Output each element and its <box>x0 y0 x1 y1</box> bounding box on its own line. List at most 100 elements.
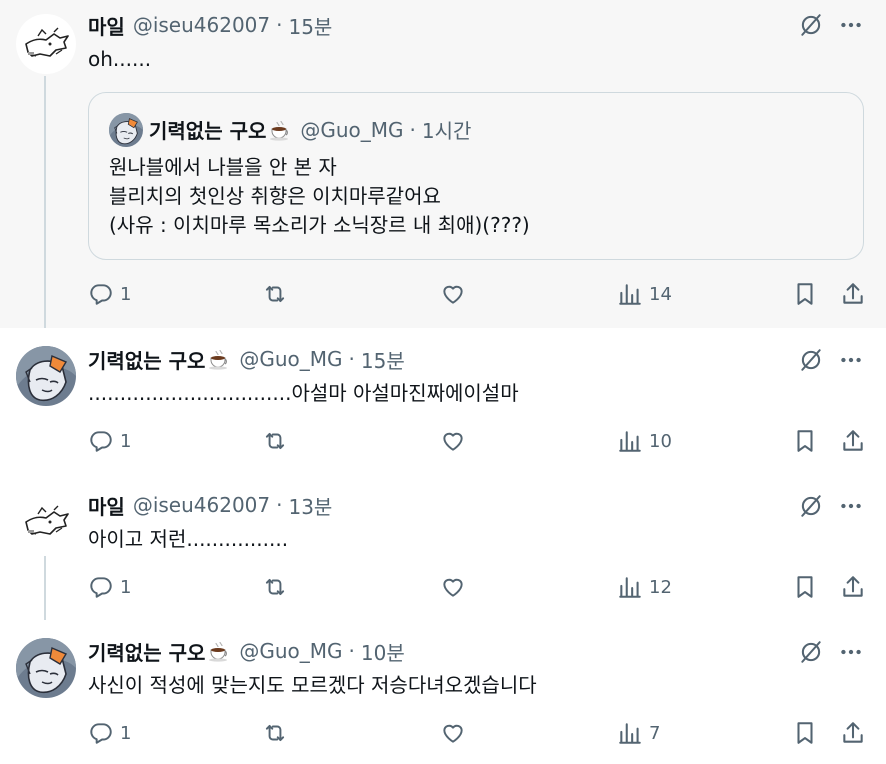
bookmark-icon <box>792 281 818 307</box>
user-handle[interactable]: @iseu462007 <box>133 493 270 517</box>
tweet-text: 사신이 적성에 맞는지도 모르겠다 저승다녀오겠습니다 <box>88 673 537 697</box>
reply-icon <box>88 428 114 454</box>
user-handle[interactable]: @Guo_MG <box>239 639 342 663</box>
views-icon <box>617 574 643 600</box>
tweet-1[interactable]: 기력없는 구오 @Guo_MG · 15분 ..................… <box>0 328 886 474</box>
views-icon <box>617 428 643 454</box>
display-name[interactable]: 마일 <box>88 11 125 40</box>
heart-icon <box>440 574 466 600</box>
reply-button[interactable]: 1 <box>88 572 131 602</box>
timestamp: 1시간 <box>421 119 472 143</box>
retweet-button[interactable] <box>262 718 288 748</box>
quote-header: 기력없는 구오 @Guo_MG · 1시간 <box>149 115 471 144</box>
reply-button[interactable]: 1 <box>88 718 131 748</box>
user-handle[interactable]: @iseu462007 <box>133 13 270 37</box>
timestamp[interactable]: 15분 <box>288 11 332 40</box>
more-icon[interactable] <box>838 347 864 373</box>
more-icon[interactable] <box>838 12 864 38</box>
views-count: 10 <box>649 430 672 452</box>
views-count: 12 <box>649 576 672 598</box>
bookmark-icon <box>792 428 818 454</box>
views-button[interactable]: 12 <box>617 572 672 602</box>
views-icon <box>617 281 643 307</box>
more-icon[interactable] <box>838 639 864 665</box>
avatar[interactable] <box>16 14 76 74</box>
tweet-3[interactable]: 기력없는 구오 @Guo_MG · 10분 사신이 적성에 맞는지도 모르겠다 … <box>0 620 886 764</box>
action-bar: 1 10 <box>88 426 868 456</box>
quoted-tweet[interactable]: 기력없는 구오 @Guo_MG · 1시간 원나블에서 나블을 안 본 자 블리… <box>88 92 864 260</box>
coffee-emoji <box>268 118 292 142</box>
tweet-2[interactable]: 마일 @iseu462007 · 13분 아이고 저런.............… <box>0 474 886 620</box>
views-button[interactable]: 7 <box>617 718 660 748</box>
reply-count: 1 <box>120 722 132 744</box>
tweet-text: ................................아설마 아설마진… <box>88 381 519 405</box>
grok-icon[interactable] <box>798 12 824 38</box>
timestamp[interactable]: 15분 <box>361 345 405 374</box>
tweet-text: 아이고 저런................ <box>88 527 289 551</box>
share-button[interactable] <box>840 426 866 456</box>
like-button[interactable] <box>440 572 466 602</box>
reply-icon <box>88 720 114 746</box>
share-button[interactable] <box>840 718 866 748</box>
views-button[interactable]: 14 <box>617 279 672 309</box>
reply-icon <box>88 574 114 600</box>
thread-line <box>44 556 46 620</box>
thread-line <box>44 76 46 328</box>
bookmark-icon <box>792 720 818 746</box>
separator: · <box>276 493 283 517</box>
share-icon <box>840 574 866 600</box>
retweet-button[interactable] <box>262 426 288 456</box>
like-button[interactable] <box>440 426 466 456</box>
retweet-button[interactable] <box>262 279 288 309</box>
retweet-icon <box>262 281 288 307</box>
display-name[interactable]: 기력없는 구오 <box>88 345 205 374</box>
tweet-0[interactable]: 마일 @iseu462007 · 15분 oh...... 기력없는 구오 @G… <box>0 0 886 328</box>
display-name[interactable]: 기력없는 구오 <box>88 637 205 666</box>
bookmark-button[interactable] <box>792 426 818 456</box>
timestamp[interactable]: 10분 <box>361 637 405 666</box>
avatar[interactable] <box>16 492 76 552</box>
share-button[interactable] <box>840 279 866 309</box>
like-button[interactable] <box>440 279 466 309</box>
views-button[interactable]: 10 <box>617 426 672 456</box>
retweet-icon <box>262 428 288 454</box>
bookmark-button[interactable] <box>792 572 818 602</box>
grok-icon[interactable] <box>798 347 824 373</box>
grok-icon[interactable] <box>798 639 824 665</box>
reply-icon <box>88 281 114 307</box>
tweet-header: 기력없는 구오 @Guo_MG · 15분 <box>88 345 405 373</box>
reply-button[interactable]: 1 <box>88 279 131 309</box>
avatar[interactable] <box>16 346 76 406</box>
retweet-icon <box>262 720 288 746</box>
user-handle: @Guo_MG <box>300 117 404 142</box>
like-button[interactable] <box>440 718 466 748</box>
quote-line: 원나블에서 나블을 안 본 자 <box>109 155 337 179</box>
separator: · <box>348 639 355 663</box>
separator: · <box>409 117 416 142</box>
views-count: 14 <box>649 283 672 305</box>
heart-icon <box>440 428 466 454</box>
reply-count: 1 <box>120 283 132 305</box>
views-count: 7 <box>649 722 661 744</box>
bookmark-button[interactable] <box>792 718 818 748</box>
grok-icon[interactable] <box>798 493 824 519</box>
reply-button[interactable]: 1 <box>88 426 131 456</box>
retweet-button[interactable] <box>262 572 288 602</box>
display-name[interactable]: 마일 <box>88 491 125 520</box>
share-button[interactable] <box>840 572 866 602</box>
views-icon <box>617 720 643 746</box>
separator: · <box>348 347 355 371</box>
display-name: 기력없는 구오 <box>149 119 267 143</box>
more-icon[interactable] <box>838 493 864 519</box>
quote-line: (사유 : 이치마루 목소리가 소닉장르 내 최애)(???) <box>109 213 530 237</box>
action-bar: 1 14 <box>88 279 868 309</box>
heart-icon <box>440 720 466 746</box>
timestamp[interactable]: 13분 <box>288 491 332 520</box>
share-icon <box>840 281 866 307</box>
coffee-emoji <box>207 639 231 663</box>
avatar[interactable] <box>16 638 76 698</box>
share-icon <box>840 428 866 454</box>
avatar <box>109 113 143 147</box>
user-handle[interactable]: @Guo_MG <box>239 347 342 371</box>
bookmark-button[interactable] <box>792 279 818 309</box>
